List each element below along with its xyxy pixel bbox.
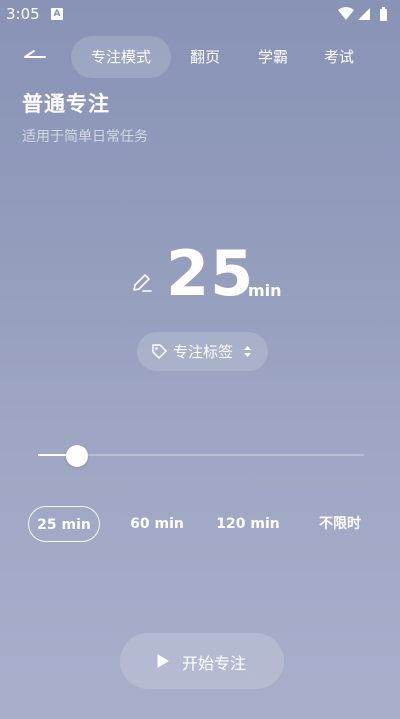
- pencil-icon: [133, 274, 152, 292]
- slider-thumb[interactable]: [66, 445, 88, 467]
- duration-slider[interactable]: [38, 445, 364, 467]
- tab-exam[interactable]: 考试: [309, 36, 369, 78]
- status-time: 3:05: [6, 5, 40, 23]
- play-icon: [157, 654, 169, 668]
- back-arrow-icon: [24, 50, 46, 58]
- timer-value: 25: [166, 237, 255, 310]
- preset-25-min[interactable]: 25 min: [28, 506, 100, 542]
- tag-label: 专注标签: [173, 343, 234, 361]
- tab-focus-mode[interactable]: 专注模式: [71, 36, 171, 78]
- edit-duration-button[interactable]: [130, 271, 154, 295]
- start-focus-label: 开始专注: [182, 654, 247, 673]
- start-focus-button[interactable]: 开始专注: [120, 633, 284, 689]
- status-icons: [338, 7, 387, 21]
- mode-tabs: 专注模式 翻页 学霸 考试: [71, 36, 391, 78]
- battery-icon: [380, 7, 387, 21]
- mode-title: 普通专注: [22, 92, 110, 116]
- sort-arrows-icon: [244, 346, 251, 357]
- preset-60-min[interactable]: 60 min: [122, 506, 192, 542]
- focus-tag-selector[interactable]: 专注标签: [137, 332, 268, 371]
- tab-page-turn[interactable]: 翻页: [175, 36, 235, 78]
- back-button[interactable]: [18, 44, 52, 70]
- signal-icon: [358, 8, 370, 20]
- wifi-icon: [338, 7, 354, 20]
- notification-app-icon: A: [51, 8, 63, 20]
- preset-120-min[interactable]: 120 min: [210, 506, 286, 542]
- timer-unit: min: [248, 281, 282, 300]
- tag-icon: [152, 344, 167, 359]
- mode-subtitle: 适用于简单日常任务: [22, 129, 148, 145]
- status-bar: 3:05 A: [0, 0, 400, 28]
- tab-scholar[interactable]: 学霸: [243, 36, 303, 78]
- preset-unlimited[interactable]: 不限时: [306, 506, 374, 542]
